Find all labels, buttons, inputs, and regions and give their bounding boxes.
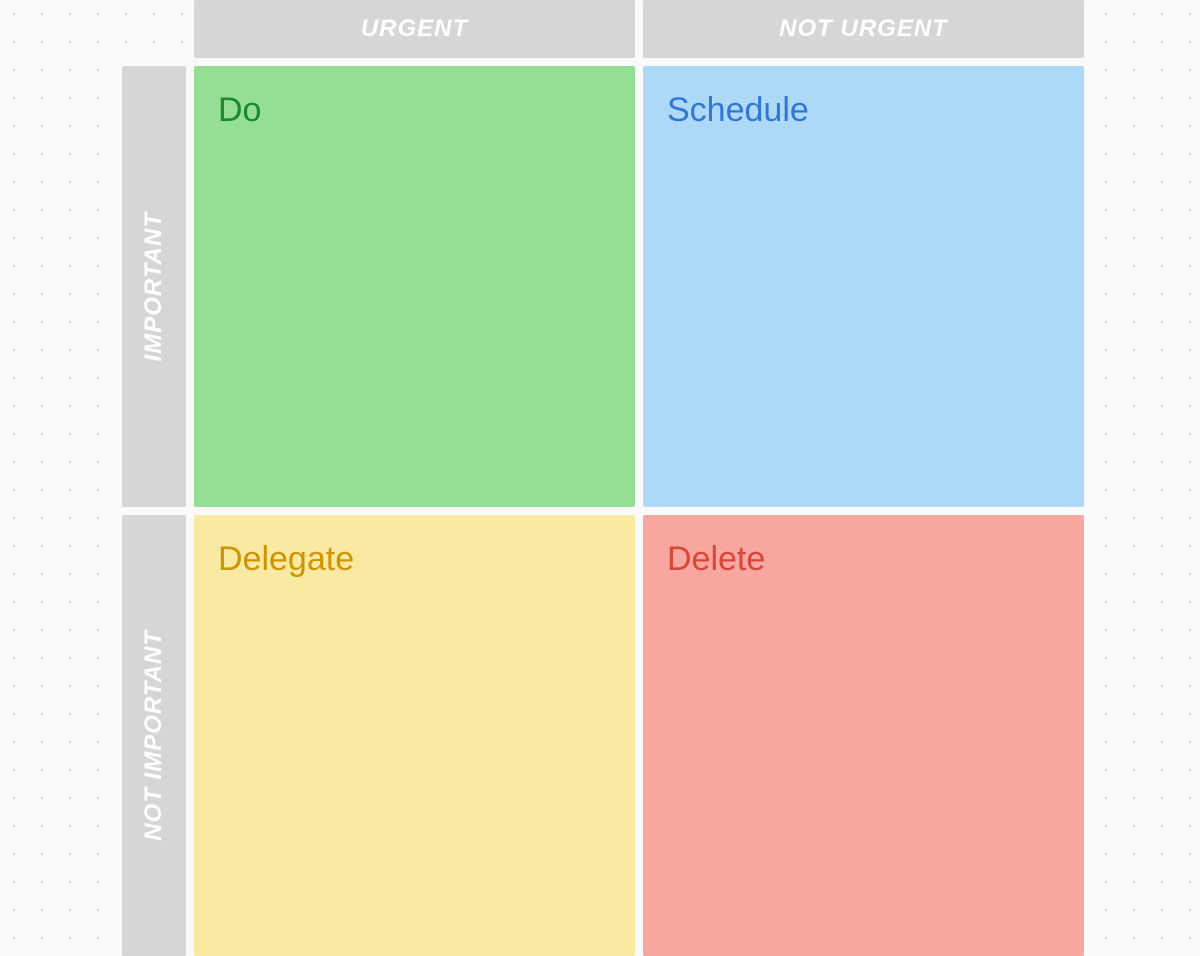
quadrant-delegate[interactable]: Delegate [194, 515, 635, 956]
quadrant-schedule-title: Schedule [667, 90, 1060, 131]
quadrant-delegate-title: Delegate [218, 539, 611, 580]
quadrant-do[interactable]: Do [194, 66, 635, 507]
quadrant-schedule[interactable]: Schedule [643, 66, 1084, 507]
matrix-corner-empty [122, 0, 186, 58]
quadrant-delete[interactable]: Delete [643, 515, 1084, 956]
axis-column-not-urgent: NOT URGENT [643, 0, 1084, 58]
axis-column-urgent: URGENT [194, 0, 635, 58]
axis-row-important-label: IMPORTANT [140, 212, 168, 361]
quadrant-do-title: Do [218, 90, 611, 131]
eisenhower-matrix: URGENT NOT URGENT IMPORTANT Do Schedule … [122, 0, 1088, 956]
axis-row-not-important: NOT IMPORTANT [122, 515, 186, 956]
axis-row-not-important-label: NOT IMPORTANT [140, 630, 168, 841]
quadrant-delete-title: Delete [667, 539, 1060, 580]
axis-row-important: IMPORTANT [122, 66, 186, 507]
